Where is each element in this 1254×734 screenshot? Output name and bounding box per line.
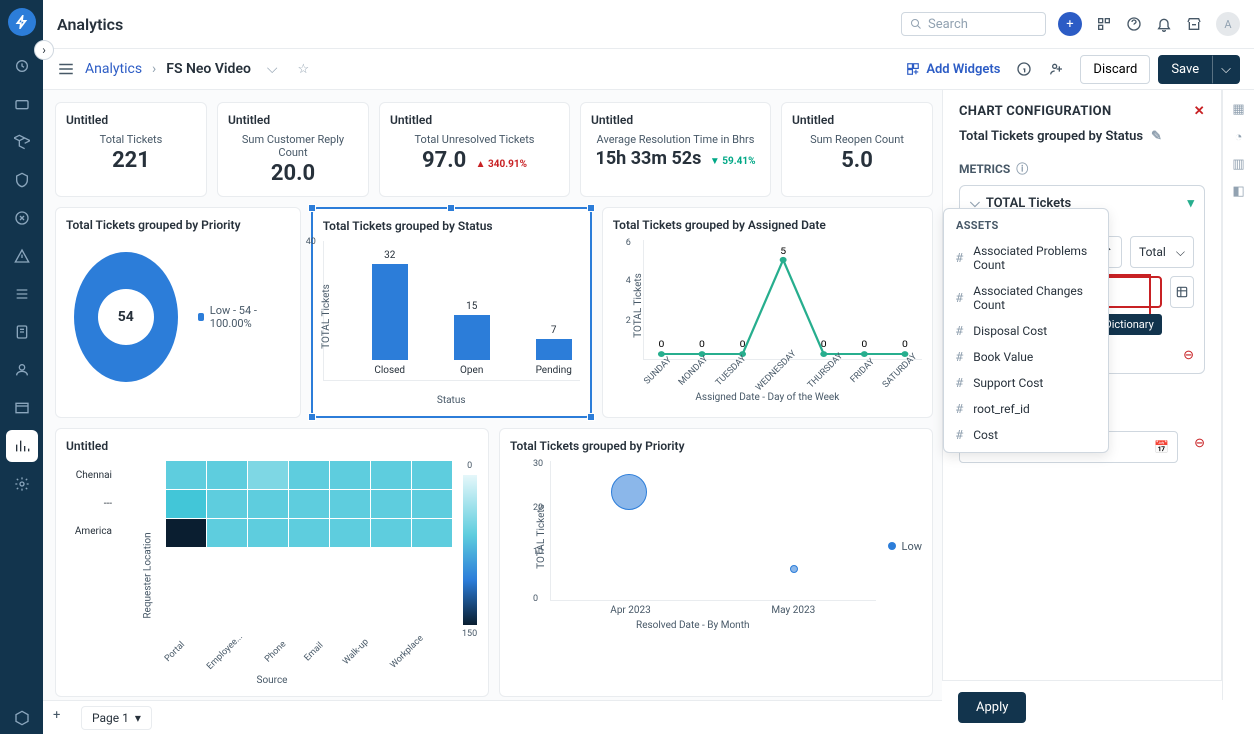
rail-style-icon[interactable]: ◧ [1232,184,1244,199]
breadcrumb: Analytics › FS Neo Video ⌵ [85,61,278,77]
left-sidebar [0,0,43,734]
metric-card[interactable]: UntitledSum Reopen Count5.0 [781,102,933,197]
nav-problems-icon[interactable] [6,126,38,158]
add-widgets-button[interactable]: Add Widgets [906,62,1000,77]
nav-analytics-icon[interactable] [6,430,38,462]
share-icon[interactable] [1048,61,1064,77]
launcher-icon[interactable] [1096,16,1112,32]
menu-item[interactable]: #Disposal Cost [944,318,1108,344]
notifications-icon[interactable] [1156,16,1172,32]
chart-config-panel: CHART CONFIGURATION ✕ Total Tickets group… [942,90,1222,700]
favorite-star-icon[interactable]: ☆ [298,62,310,77]
menu-item[interactable]: #Associated Problems Count [944,238,1108,278]
menu-item[interactable]: #Cost [944,422,1108,448]
info-icon[interactable] [1016,61,1032,77]
app-logo[interactable] [8,8,36,36]
nav-assets-icon[interactable] [6,278,38,310]
field-dropdown-menu: ASSETS #Associated Problems Count #Assoc… [943,208,1109,453]
panel-title: CHART CONFIGURATION [959,104,1111,119]
chart-donut[interactable]: Total Tickets grouped by Priority 54 Low… [55,207,301,418]
apply-bar: Apply [942,680,1222,734]
remove-metric-icon[interactable]: ⊖ [1183,348,1194,363]
nav-users-icon[interactable] [6,354,38,386]
nav-tickets-icon[interactable] [6,88,38,120]
svg-text:0: 0 [902,340,908,350]
menu-item[interactable]: #Support Cost [944,370,1108,396]
chart-scatter[interactable]: Total Tickets grouped by Priority TOTAL … [499,428,933,697]
subheader: Analytics › FS Neo Video ⌵ ☆ Add Widgets… [43,49,1254,90]
global-search[interactable]: Search [901,12,1046,36]
nav-alerts-icon[interactable] [6,240,38,272]
chart-heatmap[interactable]: Untitled Chennai---America 0 150 PortalE… [55,428,489,697]
dashboard-canvas: UntitledTotal Tickets221 UntitledSum Cus… [43,90,945,700]
menu-item[interactable]: #Book Value [944,344,1108,370]
nav-solutions-icon[interactable] [6,392,38,424]
breadcrumb-current: FS Neo Video [166,61,251,77]
remove-group-icon[interactable]: ⊖ [1194,436,1205,451]
page-tab[interactable]: Page 1▾ [81,706,152,730]
metric-card[interactable]: UntitledSum Customer Reply Count20.0 [217,102,369,197]
nav-contracts-icon[interactable] [6,316,38,348]
sidebar-expand-toggle[interactable]: › [34,40,54,60]
marketplace-icon[interactable] [1186,16,1202,32]
svg-text:0: 0 [861,340,867,350]
metric-card[interactable]: UntitledTotal Unresolved Tickets97.0 ▲ 3… [379,102,570,197]
new-button[interactable]: + [1058,12,1082,36]
data-dictionary-button[interactable] [1170,276,1194,308]
breadcrumb-root[interactable]: Analytics [85,61,142,77]
nav-releases-icon[interactable] [6,202,38,234]
discard-button[interactable]: Discard [1080,55,1150,84]
page-title: Analytics [57,15,901,34]
rail-chart-icon[interactable]: ◔ [1235,129,1243,145]
nav-dashboard-icon[interactable] [6,50,38,82]
edit-icon[interactable]: ✎ [1151,129,1162,144]
svg-text:0: 0 [739,340,745,350]
nav-settings-icon[interactable] [6,468,38,500]
panel-subtitle: Total Tickets grouped by Status [959,129,1143,144]
save-button[interactable]: Save [1158,55,1212,84]
svg-text:0: 0 [699,340,705,350]
apply-button[interactable]: Apply [958,692,1026,723]
svg-text:5: 5 [780,247,786,257]
right-rail: ▦ ◔ ▥ ◧ [1222,90,1254,700]
user-avatar[interactable]: A [1216,12,1240,36]
metric-card[interactable]: UntitledTotal Tickets221 [55,102,207,197]
help-icon[interactable] [1126,16,1142,32]
chevron-down-icon[interactable]: ⌵ [267,61,278,77]
filter-icon[interactable]: ▾ [1187,196,1194,211]
rail-thumbnail-icon[interactable]: ▦ [1232,102,1244,117]
metric-config-box: ⌵ TOTAL Tickets ▾ Metric Tickets⌃ Total⌵… [959,185,1205,374]
svg-text:0: 0 [820,340,826,350]
close-icon[interactable]: ✕ [1194,104,1205,119]
add-page-button[interactable]: + [53,708,73,728]
metric-card[interactable]: UntitledAverage Resolution Time in Bhrs1… [580,102,771,197]
nav-shield-icon[interactable] [6,164,38,196]
save-dropdown[interactable]: ⌵ [1212,55,1240,84]
hamburger-icon[interactable] [57,60,75,78]
metric-agg-select[interactable]: Total⌵ [1130,236,1194,268]
top-header: Analytics Search + A [43,0,1254,49]
chart-bar-selected[interactable]: Total Tickets grouped by Status TOTAL Ti… [311,207,592,418]
page-footer: + Page 1▾ [43,700,942,734]
menu-item[interactable]: #Associated Changes Count [944,278,1108,318]
search-placeholder: Search [928,17,968,32]
chart-line[interactable]: Total Tickets grouped by Assigned Date T… [602,207,933,418]
nav-cube-icon[interactable] [6,702,38,734]
svg-text:0: 0 [658,340,664,350]
menu-item[interactable]: #root_ref_id [944,396,1108,422]
rail-layout-icon[interactable]: ▥ [1232,157,1244,172]
